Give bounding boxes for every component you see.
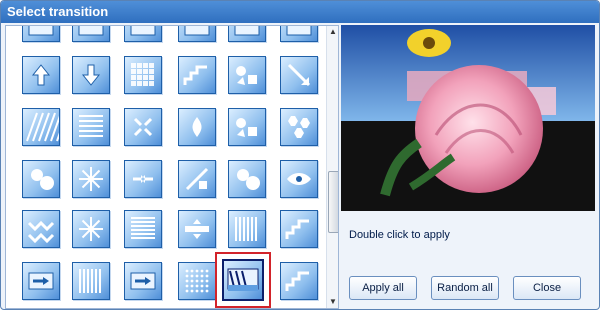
transition-tile[interactable] xyxy=(228,26,266,42)
transition-tile[interactable] xyxy=(280,160,318,198)
diagonal-stripes-icon xyxy=(26,112,59,142)
arrow-diagonal-icon xyxy=(287,63,311,87)
transition-list-panel: ▲ ▼ xyxy=(5,25,339,309)
rose-preview-image xyxy=(341,25,595,211)
transition-tile[interactable] xyxy=(124,160,162,198)
vertical-bars-icon xyxy=(79,269,101,293)
center-stripes-icon xyxy=(79,115,103,137)
transition-tile[interactable] xyxy=(280,210,318,248)
transition-tile[interactable] xyxy=(72,56,110,94)
transition-tile[interactable] xyxy=(178,160,216,198)
scroll-up-icon[interactable]: ▲ xyxy=(327,26,338,38)
partial-top-icon xyxy=(130,26,156,36)
droplet-down-icon xyxy=(192,117,202,137)
starburst-icon xyxy=(79,167,103,191)
transition-tile[interactable] xyxy=(280,262,318,300)
title-bar[interactable]: Select transition xyxy=(1,1,599,23)
vertical-bars-icon xyxy=(235,217,257,241)
transition-tile[interactable] xyxy=(178,262,216,300)
transition-tile[interactable] xyxy=(280,108,318,146)
grid-cells-icon xyxy=(131,63,154,86)
stairs-right-icon xyxy=(183,65,207,85)
transition-tile[interactable] xyxy=(280,56,318,94)
transition-tile[interactable] xyxy=(72,262,110,300)
transition-tile[interactable] xyxy=(228,160,266,198)
transition-grid xyxy=(6,26,326,308)
transition-tile[interactable] xyxy=(72,26,110,42)
transition-tile[interactable] xyxy=(22,160,60,198)
transition-tile[interactable] xyxy=(72,210,110,248)
selected-transition-highlight xyxy=(215,252,271,308)
circles-icon xyxy=(237,169,260,190)
transition-tile[interactable] xyxy=(72,108,110,146)
transition-tile[interactable] xyxy=(178,56,216,94)
transition-tile[interactable] xyxy=(124,56,162,94)
transition-tile[interactable] xyxy=(124,108,162,146)
transition-tile[interactable] xyxy=(22,56,60,94)
transition-preview-image[interactable] xyxy=(341,25,595,211)
slide-arrows-icon xyxy=(130,272,156,290)
arrow-down-icon xyxy=(81,64,101,86)
transition-tile[interactable] xyxy=(22,108,60,146)
zigzag-icon xyxy=(27,220,55,244)
transition-tile[interactable] xyxy=(22,26,60,42)
transition-tile[interactable] xyxy=(280,26,318,42)
transition-tile[interactable] xyxy=(228,56,266,94)
arrows-converge-icon xyxy=(133,175,153,183)
scroll-down-icon[interactable]: ▼ xyxy=(327,296,338,308)
partial-top-icon xyxy=(184,26,210,36)
random-all-button[interactable]: Random all xyxy=(431,276,499,300)
split-horizontal-icon xyxy=(185,219,209,239)
scrollbar-thumb[interactable] xyxy=(328,171,338,233)
transition-tile[interactable] xyxy=(178,108,216,146)
apply-all-button[interactable]: Apply all xyxy=(349,276,417,300)
window-title: Select transition xyxy=(7,4,109,19)
dots-grid-icon xyxy=(185,269,209,293)
transition-tile[interactable] xyxy=(22,262,60,300)
transition-tile[interactable] xyxy=(178,26,216,42)
vertical-scrollbar[interactable]: ▲ ▼ xyxy=(326,26,338,308)
transition-tile[interactable] xyxy=(178,210,216,248)
transition-tile[interactable] xyxy=(228,210,266,248)
select-transition-window: Select transition ▲ ▼ Double click to ap… xyxy=(0,0,600,310)
stairs-right-icon xyxy=(285,219,309,239)
transition-tile[interactable] xyxy=(22,210,60,248)
circles-icon xyxy=(31,169,54,190)
stairs-right-icon xyxy=(285,271,309,291)
selected-transition-tile[interactable] xyxy=(222,259,264,301)
partial-top-icon xyxy=(286,26,312,36)
scatter-in-icon xyxy=(133,117,153,137)
eye-shape-icon xyxy=(287,173,311,185)
transition-tile[interactable] xyxy=(124,210,162,248)
shapes-burst-icon xyxy=(236,66,257,85)
shapes-diagonal-icon xyxy=(185,167,209,191)
transition-tile[interactable] xyxy=(124,262,162,300)
hexagons-icon xyxy=(288,116,310,138)
transition-tile[interactable] xyxy=(72,160,110,198)
partial-top-icon xyxy=(78,26,104,36)
preview-hint-text: Double click to apply xyxy=(349,229,450,241)
arrow-up-icon xyxy=(31,64,51,86)
shapes-burst-icon xyxy=(236,118,257,137)
partial-top-icon xyxy=(28,26,54,36)
preview-panel: Double click to apply Apply all Random a… xyxy=(341,25,595,307)
starburst-icon xyxy=(79,217,103,241)
transition-tile[interactable] xyxy=(124,26,162,42)
close-button[interactable]: Close xyxy=(513,276,581,300)
diagonal-wipe-icon xyxy=(227,268,259,291)
partial-top-icon xyxy=(234,26,260,36)
transition-tile[interactable] xyxy=(228,108,266,146)
horizontal-bars-icon xyxy=(131,217,155,239)
slide-arrows-icon xyxy=(28,272,54,290)
